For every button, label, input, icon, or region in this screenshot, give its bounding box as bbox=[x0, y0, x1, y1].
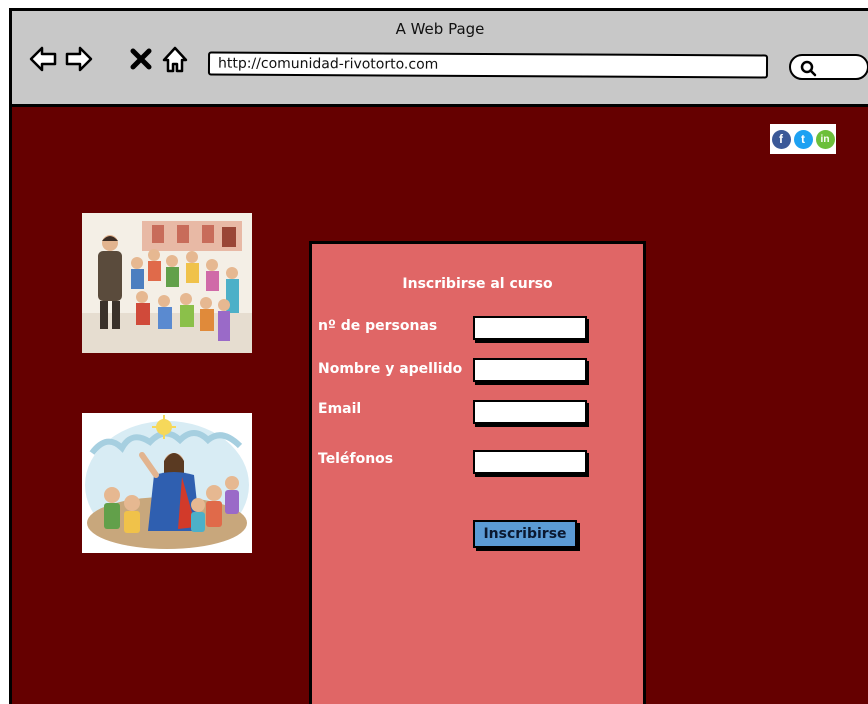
field-label-nombre: Nombre y apellido bbox=[318, 361, 463, 377]
field-label-personas: nº de personas bbox=[318, 318, 438, 334]
field-label-email: Email bbox=[318, 401, 362, 417]
children-teacher-image bbox=[82, 213, 252, 353]
address-bar[interactable]: http://comunidad-rivotorto.com bbox=[207, 51, 769, 79]
forward-arrow-icon[interactable] bbox=[64, 44, 94, 74]
registration-form: Inscribirse al curso nº de personas Nomb… bbox=[309, 241, 646, 704]
browser-toolbar: A Web Page http://comunidad-rivotorto.co… bbox=[12, 11, 868, 107]
window-title: A Web Page bbox=[395, 20, 485, 38]
jesus-children-image bbox=[82, 413, 252, 553]
back-arrow-icon[interactable] bbox=[28, 44, 58, 74]
close-icon[interactable] bbox=[126, 44, 156, 74]
personas-input[interactable] bbox=[473, 316, 587, 340]
form-title: Inscribirse al curso bbox=[402, 276, 553, 292]
facebook-icon[interactable]: f bbox=[771, 129, 791, 149]
search-icon bbox=[800, 60, 817, 77]
twitter-icon[interactable]: t bbox=[793, 129, 813, 149]
field-label-telefonos: Teléfonos bbox=[318, 451, 394, 467]
email-input[interactable] bbox=[473, 400, 587, 424]
nombre-input[interactable] bbox=[473, 358, 587, 382]
page-content: f t in Inscribirse al curso nº de person… bbox=[12, 107, 868, 704]
inscribirse-button[interactable]: Inscribirse bbox=[473, 520, 577, 548]
browser-window: A Web Page http://comunidad-rivotorto.co… bbox=[9, 8, 868, 704]
telefonos-input[interactable] bbox=[473, 450, 587, 474]
social-links: f t in bbox=[770, 124, 836, 154]
home-icon[interactable] bbox=[160, 44, 190, 74]
linkedin-icon[interactable]: in bbox=[815, 129, 835, 149]
browser-search-field[interactable] bbox=[789, 54, 868, 80]
